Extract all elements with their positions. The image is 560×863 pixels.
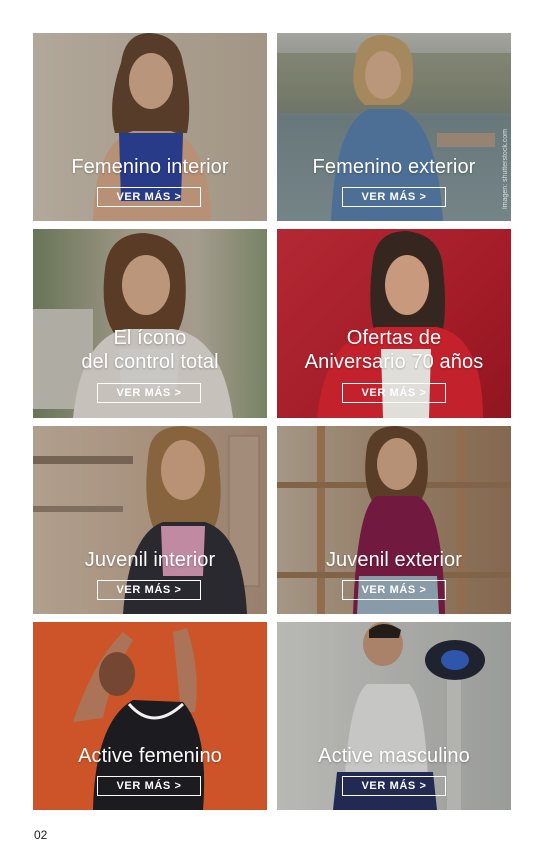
tile-active-femenino[interactable]: Active femenino VER MÁS > xyxy=(33,622,267,810)
ver-mas-button[interactable]: VER MÁS > xyxy=(97,187,201,207)
tile-title: Active femenino xyxy=(78,745,222,767)
ver-mas-button[interactable]: VER MÁS > xyxy=(97,580,201,600)
tile-title: Juvenil interior xyxy=(84,549,216,571)
ver-mas-button[interactable]: VER MÁS > xyxy=(342,187,446,207)
tile-title: El ícono del control total xyxy=(81,327,219,373)
tile-ofertas-aniversario[interactable]: Ofertas de Aniversario 70 años VER MÁS > xyxy=(277,229,511,418)
page-number: 02 xyxy=(34,828,48,842)
tile-title: Active masculino xyxy=(318,745,470,767)
tile-title: Femenino interior xyxy=(71,156,229,178)
ver-mas-button[interactable]: VER MÁS > xyxy=(342,383,446,403)
tile-active-masculino[interactable]: Active masculino VER MÁS > xyxy=(277,622,511,810)
ver-mas-button[interactable]: VER MÁS > xyxy=(97,383,201,403)
tile-femenino-interior[interactable]: Femenino interior VER MÁS > xyxy=(33,33,267,221)
tile-femenino-exterior[interactable]: Femenino exterior VER MÁS > Imagen: shut… xyxy=(277,33,511,221)
tile-juvenil-interior[interactable]: Juvenil interior VER MÁS > xyxy=(33,426,267,614)
ver-mas-button[interactable]: VER MÁS > xyxy=(342,580,446,600)
tile-juvenil-exterior[interactable]: Juvenil exterior VER MÁS > xyxy=(277,426,511,614)
tile-icono-control-total[interactable]: El ícono del control total VER MÁS > xyxy=(33,229,267,418)
ver-mas-button[interactable]: VER MÁS > xyxy=(342,776,446,796)
category-grid: Femenino interior VER MÁS > Femenino ext… xyxy=(33,33,511,813)
tile-title: Ofertas de Aniversario 70 años xyxy=(304,327,484,373)
tile-title: Femenino exterior xyxy=(312,156,476,178)
ver-mas-button[interactable]: VER MÁS > xyxy=(97,776,201,796)
tile-title: Juvenil exterior xyxy=(325,549,463,571)
photo-credit: Imagen: shutterstock.com xyxy=(502,129,509,210)
